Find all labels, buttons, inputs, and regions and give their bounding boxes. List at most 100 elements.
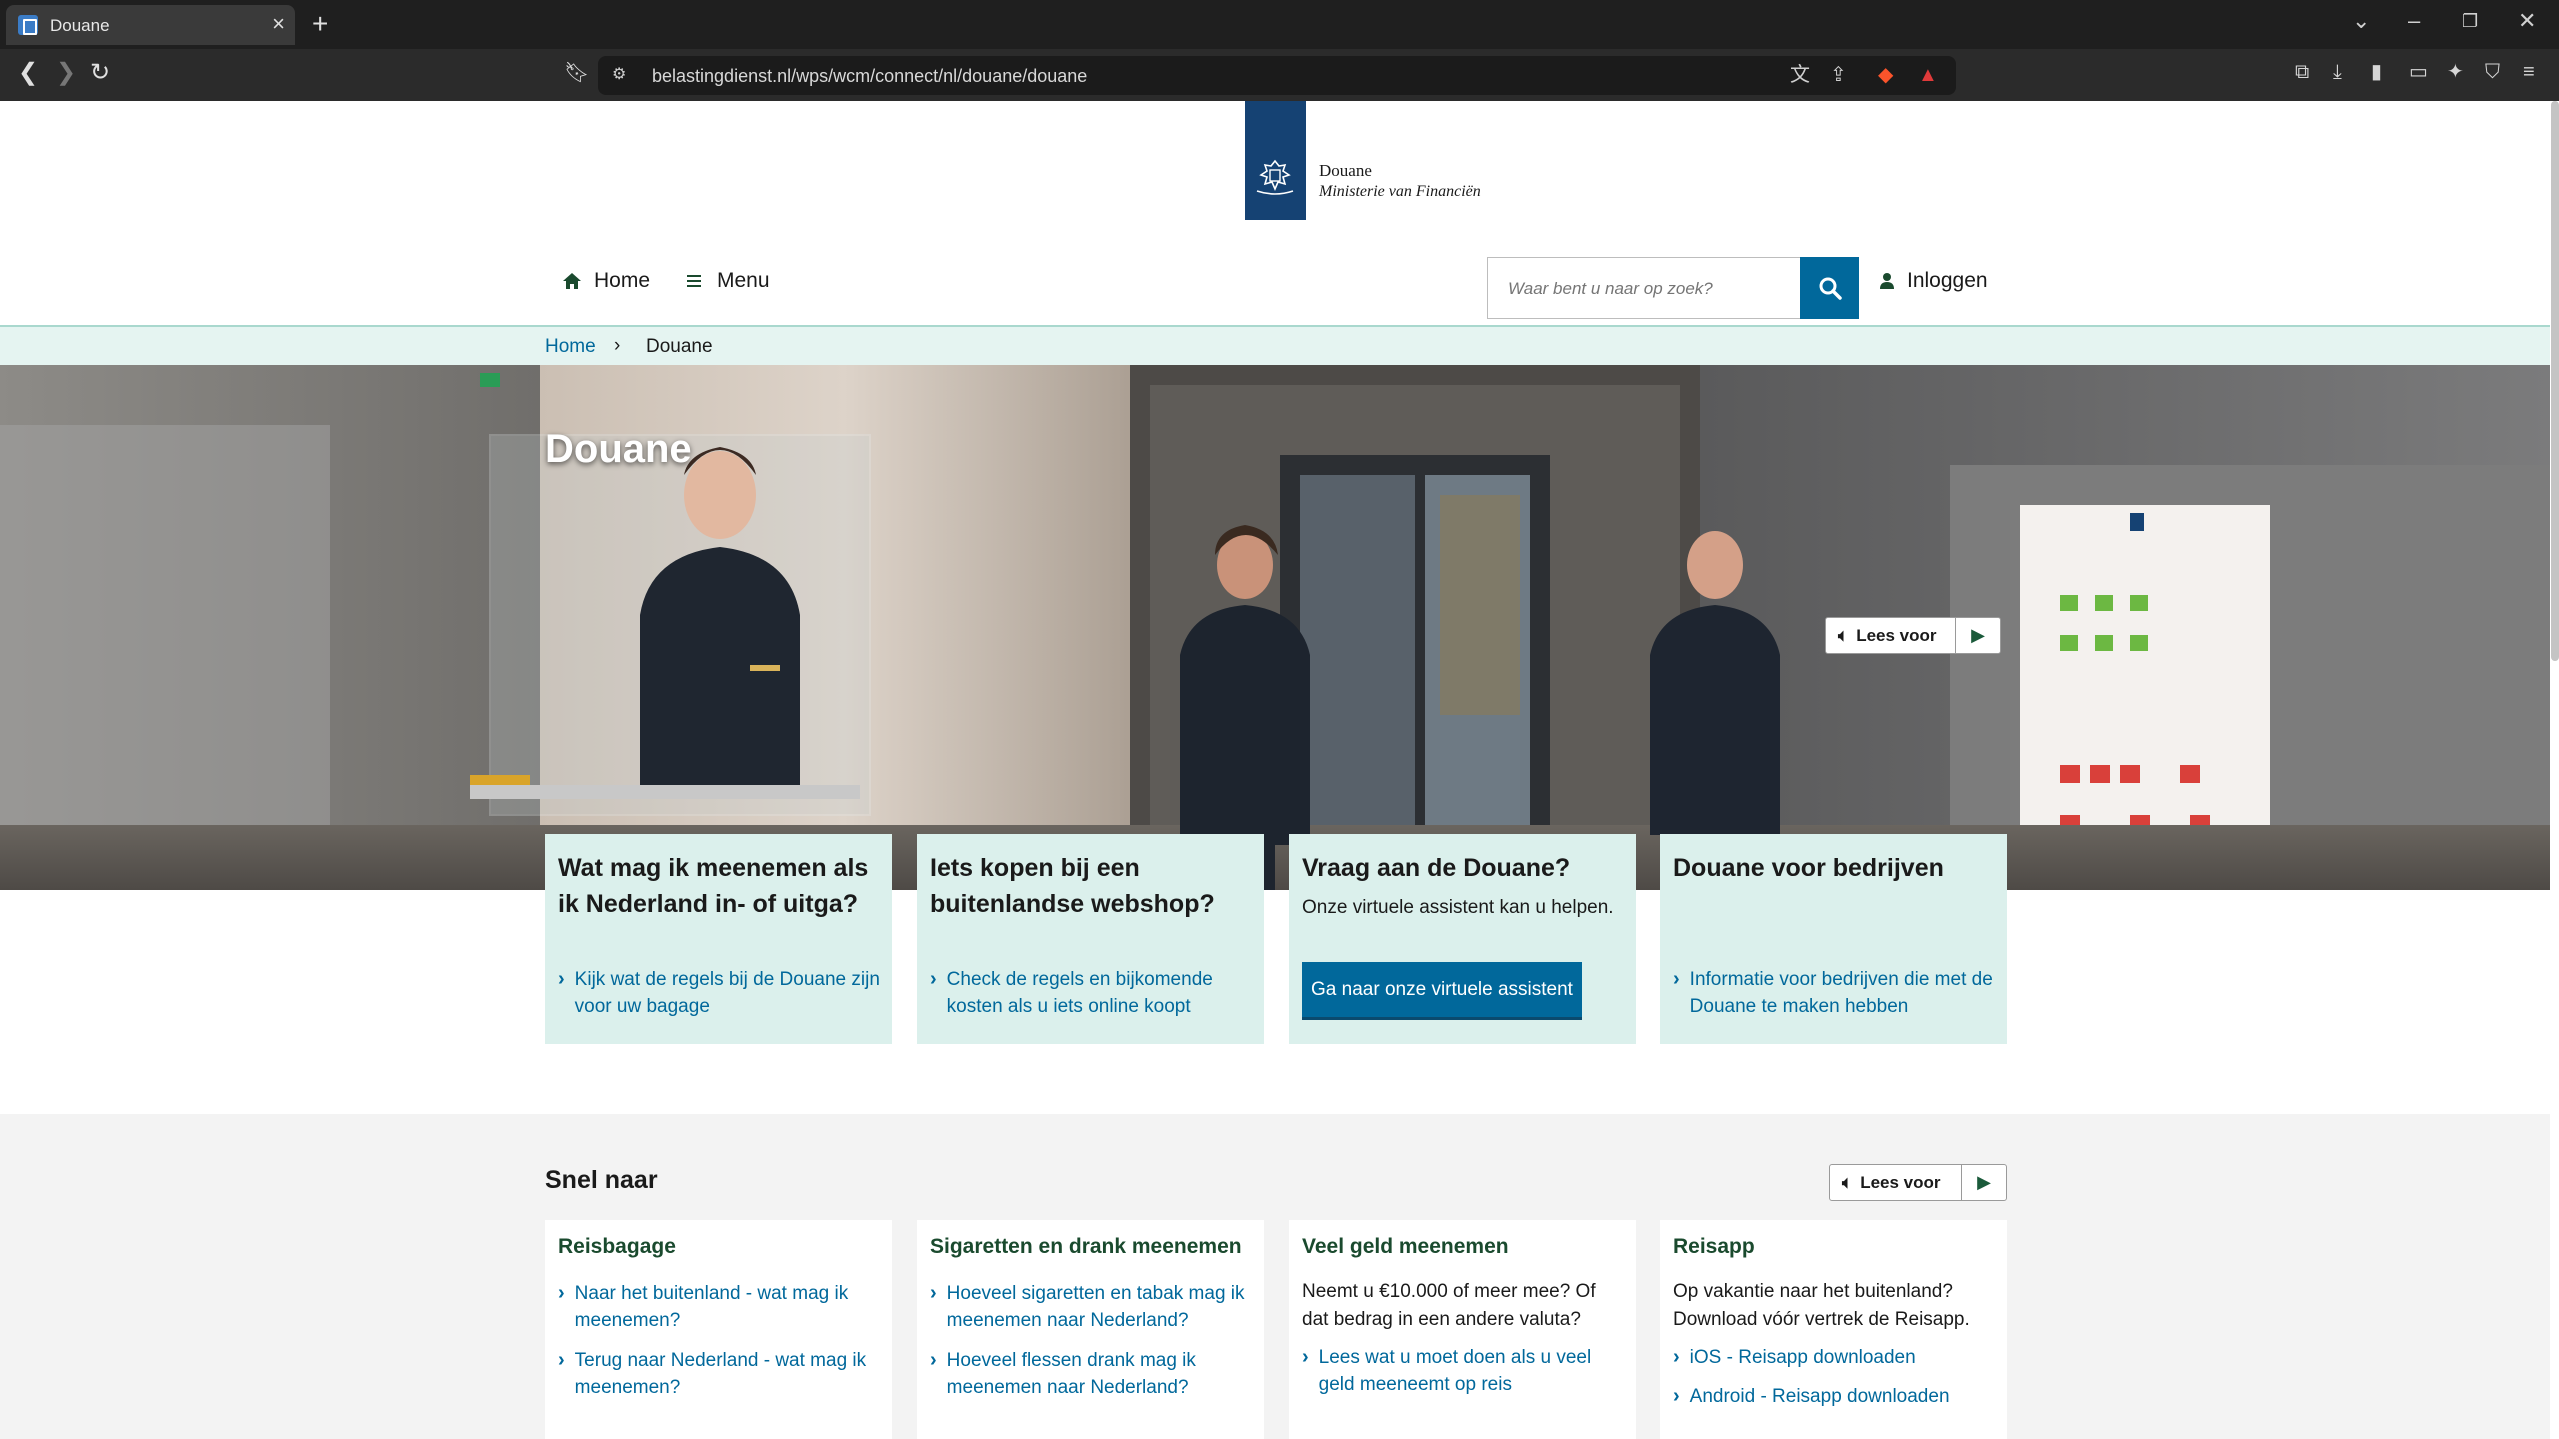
rijksoverheid-logo[interactable]	[1245, 101, 1306, 220]
home-icon	[563, 273, 581, 289]
list-item-link[interactable]: › Terug naar Nederland - wat mag ik meene…	[558, 1347, 883, 1401]
card-link[interactable]: › Informatie voor bedrijven die met de D…	[1673, 966, 1998, 1020]
chevron-right-icon: ›	[558, 1349, 565, 1371]
chevron-right-icon: ›	[558, 1282, 565, 1304]
card-link[interactable]: › Check de regels en bijkomende kosten a…	[930, 966, 1255, 1020]
nav-menu-label: Menu	[717, 269, 770, 292]
coat-of-arms-icon	[1256, 159, 1294, 195]
vpn-shield-icon[interactable]: ⛉	[2485, 61, 2500, 83]
search-field[interactable]	[1487, 257, 1800, 319]
list-item-link[interactable]: › Naar het buitenland - wat mag ik meenem…	[558, 1280, 883, 1334]
virtual-assistant-button[interactable]: Ga naar onze virtuele assistent	[1302, 962, 1582, 1020]
snel-card-geld: Veel geld meenemen Neemt u €10.000 of me…	[1289, 1220, 1636, 1439]
breadcrumb-home-link[interactable]: Home	[545, 336, 596, 358]
sidebar-icon[interactable]: ▮	[2371, 61, 2382, 83]
speaker-icon: 🔈︎	[1838, 625, 1849, 645]
tab-list-chevron-icon[interactable]: ⌄	[2352, 10, 2370, 32]
snel-read-aloud-button[interactable]: 🔈︎ Lees voor ▶	[1829, 1164, 2007, 1201]
reload-icon[interactable]: ↻	[90, 61, 110, 85]
card-title: Wat mag ik meenemen als ik Nederland in-…	[558, 854, 869, 918]
brave-shield-icon[interactable]: ◆	[1878, 64, 1893, 86]
breadcrumb: Home › Douane	[0, 325, 2550, 365]
wallet-icon[interactable]: ▭	[2409, 61, 2428, 83]
web-page: Douane Ministerie van Financiën Home Men…	[0, 101, 2559, 1439]
list-item-link[interactable]: › iOS - Reisapp downloaden	[1673, 1344, 1998, 1371]
card-assistant: Vraag aan de Douane? Onze virtuele assis…	[1289, 834, 1636, 1044]
card-link-label: Kijk wat de regels bij de Douane zijn vo…	[574, 969, 880, 1017]
tab-title: Douane	[50, 16, 110, 35]
chevron-right-icon: ›	[1302, 1346, 1309, 1368]
snel-card-text: Neemt u €10.000 of meer mee? Of dat bedr…	[1302, 1281, 1596, 1330]
read-aloud-label-area[interactable]: 🔈︎ Lees voor	[1830, 1165, 1962, 1200]
hero-read-aloud-button[interactable]: 🔈︎ Lees voor ▶	[1825, 617, 2001, 654]
hero-banner: Douane 🔈︎ Lees voor ▶	[0, 365, 2550, 890]
search-button[interactable]	[1800, 257, 1859, 319]
card-bedrijven: Douane voor bedrijven › Informatie voor …	[1660, 834, 2007, 1044]
snel-naar-section: Snel naar 🔈︎ Lees voor ▶ Reisbagage › Naa…	[0, 1114, 2550, 1439]
snel-links: › Lees wat u moet doen als u veel geld me…	[1302, 1344, 1627, 1411]
forward-icon[interactable]: ❯	[56, 61, 76, 85]
page-scrollbar[interactable]	[2551, 101, 2559, 661]
link-label: iOS - Reisapp downloaden	[1689, 1347, 1916, 1368]
nav-menu-button[interactable]: Menu	[687, 269, 770, 293]
translate-icon[interactable]: 文	[1790, 64, 1810, 86]
snel-card-sigaretten: Sigaretten en drank meenemen › Hoeveel si…	[917, 1220, 1264, 1439]
breadcrumb-current: Douane	[646, 336, 713, 357]
link-label: Hoeveel flessen drank mag ik meenemen na…	[946, 1350, 1196, 1398]
card-title: Vraag aan de Douane?	[1302, 854, 1571, 882]
url-text: belastingdienst.nl/wps/wcm/connect/nl/do…	[652, 66, 1088, 86]
browser-toolbar: ❮ ❯ ↻ 🔖︎ ⚙︎ belastingdienst.nl/wps/wcm/c…	[0, 49, 2559, 101]
card-bagage: Wat mag ik meenemen als ik Nederland in-…	[545, 834, 892, 1044]
list-item-link[interactable]: › Hoeveel flessen drank mag ik meenemen n…	[930, 1347, 1255, 1401]
list-item-link[interactable]: › Lees wat u moet doen als u veel geld me…	[1302, 1344, 1627, 1398]
restore-icon[interactable]: ❐	[2462, 10, 2478, 32]
browser-tabbar: Douane × + ⌄ – ❐ ✕	[0, 0, 2559, 49]
app-menu-icon[interactable]: ≡	[2523, 61, 2535, 83]
share-icon[interactable]: ⇪	[1830, 64, 1847, 86]
chevron-right-icon: ›	[930, 1349, 937, 1371]
link-label: Naar het buitenland - wat mag ik meeneme…	[574, 1283, 849, 1331]
bookmark-icon[interactable]: 🔖︎	[564, 61, 589, 85]
read-aloud-label-area[interactable]: 🔈︎ Lees voor	[1826, 618, 1956, 653]
play-icon[interactable]: ▶	[1956, 618, 2000, 653]
card-title: Iets kopen bij een buitenlandse webshop?	[930, 854, 1215, 918]
snel-card-title: Veel geld meenemen	[1302, 1235, 1509, 1258]
chevron-right-icon: ›	[1673, 968, 1680, 990]
login-link[interactable]: Inloggen	[1879, 269, 1988, 293]
link-label: Terug naar Nederland - wat mag ik meenem…	[574, 1350, 867, 1398]
card-link[interactable]: › Kijk wat de regels bij de Douane zijn …	[558, 966, 883, 1020]
breadcrumb-chevron-icon: ›	[614, 335, 621, 356]
chevron-right-icon: ›	[1673, 1346, 1680, 1368]
list-item-link[interactable]: › Android - Reisapp downloaden	[1673, 1383, 1998, 1410]
snel-links: › iOS - Reisapp downloaden › Android - Rei…	[1673, 1344, 1998, 1423]
chevron-right-icon: ›	[1673, 1385, 1680, 1407]
extensions-icon[interactable]: ⧉	[2295, 61, 2309, 83]
leo-ai-icon[interactable]: ✦	[2447, 61, 2464, 83]
new-tab-icon[interactable]: +	[312, 10, 328, 38]
logo-title: Douane	[1319, 161, 1372, 180]
tab-close-icon[interactable]: ×	[272, 13, 285, 35]
brave-rewards-icon[interactable]: ▲	[1918, 64, 1938, 86]
minimize-icon[interactable]: –	[2408, 10, 2420, 32]
site-settings-icon[interactable]: ⚙︎	[612, 64, 626, 86]
search-icon	[1819, 277, 1842, 300]
nav-home-link[interactable]: Home	[562, 269, 650, 293]
play-icon[interactable]: ▶	[1962, 1165, 2006, 1200]
snel-card-title: Reisbagage	[558, 1235, 676, 1258]
snel-card-reisapp: Reisapp Op vakantie naar het buitenland?…	[1660, 1220, 2007, 1439]
snel-naar-title: Snel naar	[545, 1166, 658, 1194]
downloads-icon[interactable]: ⤓	[2333, 61, 2342, 83]
card-link-label: Informatie voor bedrijven die met de Dou…	[1689, 969, 1993, 1017]
card-title: Douane voor bedrijven	[1673, 854, 1944, 882]
list-item-link[interactable]: › Hoeveel sigaretten en tabak mag ik meen…	[930, 1280, 1255, 1334]
snel-card-title: Reisapp	[1673, 1235, 1755, 1258]
hamburger-icon	[687, 275, 701, 287]
address-bar[interactable]: ⚙︎ belastingdienst.nl/wps/wcm/connect/nl…	[598, 56, 1956, 95]
speaker-icon: 🔈︎	[1842, 1172, 1853, 1192]
link-label: Hoeveel sigaretten en tabak mag ik meene…	[946, 1283, 1245, 1331]
snel-card-reisbagage: Reisbagage › Naar het buitenland - wat ma…	[545, 1220, 892, 1439]
search-input[interactable]	[1508, 279, 1778, 299]
back-icon[interactable]: ❮	[18, 61, 38, 85]
close-window-icon[interactable]: ✕	[2518, 10, 2536, 32]
browser-tab[interactable]: Douane ×	[6, 5, 295, 45]
